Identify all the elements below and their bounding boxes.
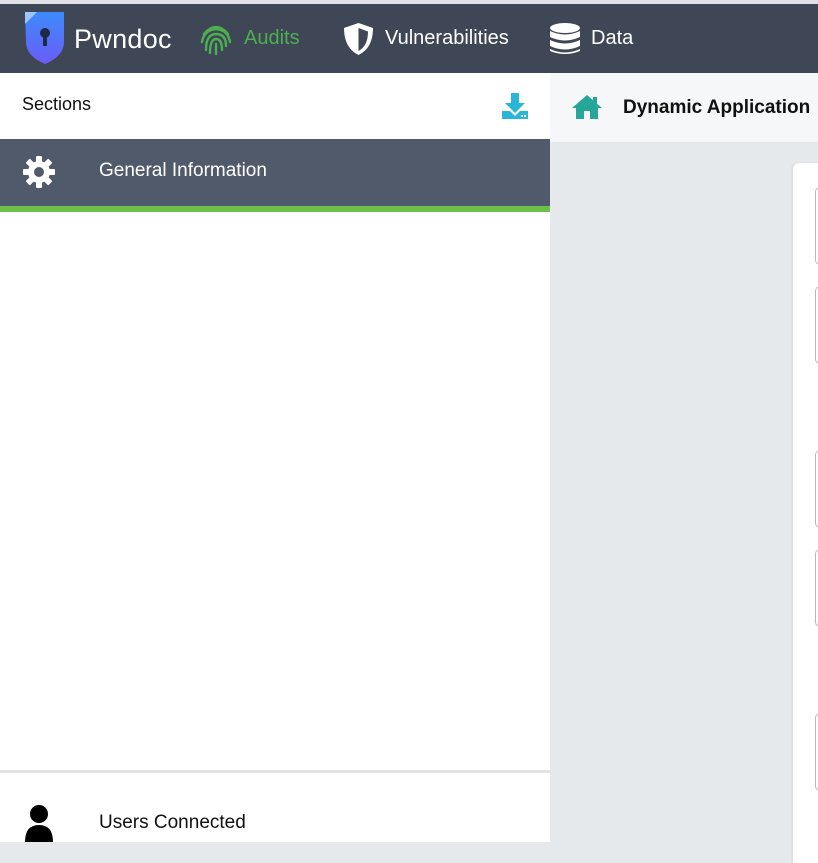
sections-header: Sections: [0, 73, 550, 139]
brand[interactable]: Pwndoc: [22, 10, 172, 68]
gear-icon: [22, 155, 56, 194]
fingerprint-icon: [198, 22, 234, 56]
download-icon[interactable]: [500, 91, 530, 121]
section-general-information[interactable]: General Information: [0, 139, 550, 206]
person-icon: [24, 804, 54, 847]
nav-vulnerabilities[interactable]: Vulnerabilities: [342, 4, 509, 73]
users-connected[interactable]: Users Connected: [0, 773, 550, 842]
database-icon: [549, 22, 581, 56]
nav-data-label: Data: [591, 27, 634, 49]
audit-title: Dynamic Application: [623, 97, 811, 118]
top-navbar: Pwndoc Audits Vulnerabilities Data: [0, 4, 818, 73]
sections-title: Sections: [22, 94, 92, 114]
users-connected-label: Users Connected: [99, 812, 246, 833]
audit-header: Dynamic Application: [550, 73, 818, 142]
nav-audits[interactable]: Audits: [198, 4, 300, 73]
sections-sidebar: Sections General Information Users Conne…: [0, 73, 550, 842]
home-icon[interactable]: [571, 94, 603, 125]
active-section-indicator: [0, 206, 550, 212]
section-general-information-label: General Information: [99, 160, 267, 181]
shield-icon: [342, 22, 375, 56]
nav-data[interactable]: Data: [549, 4, 633, 73]
nav-audits-label: Audits: [244, 27, 300, 49]
app-name: Pwndoc: [74, 23, 172, 54]
pwndoc-logo-icon: [22, 8, 68, 71]
nav-vulnerabilities-label: Vulnerabilities: [385, 27, 509, 49]
